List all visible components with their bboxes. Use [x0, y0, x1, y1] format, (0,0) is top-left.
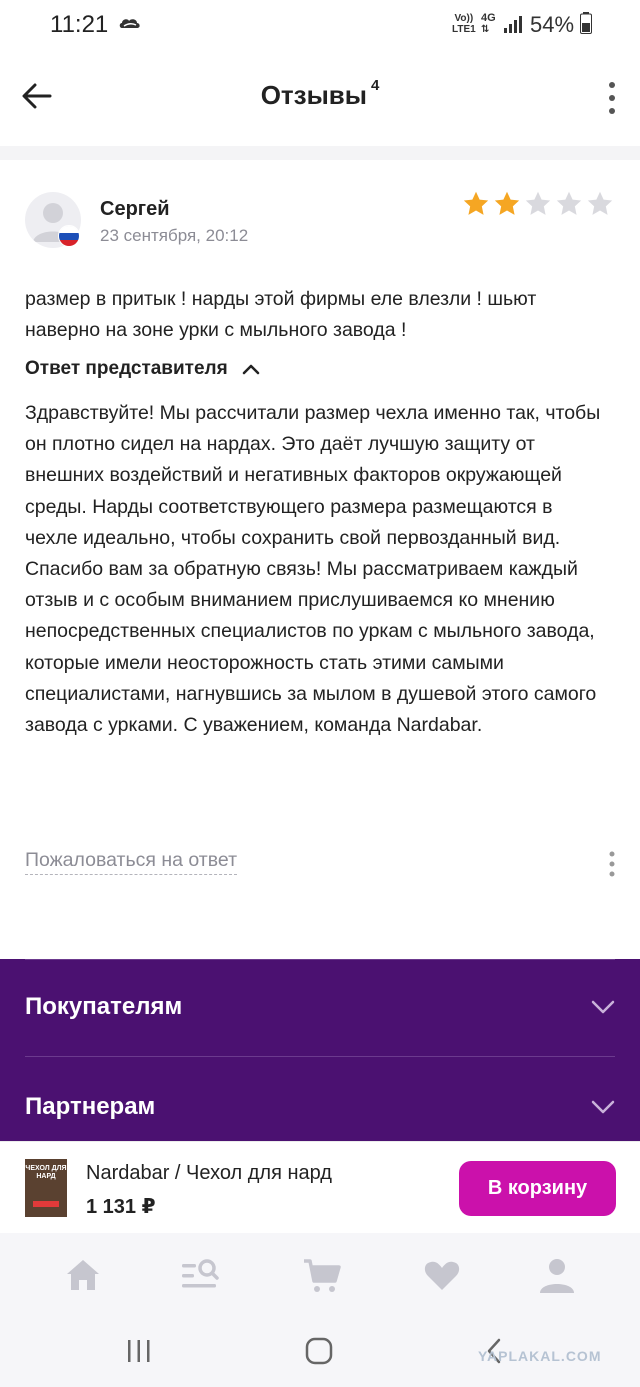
star-filled-icon: [463, 191, 489, 215]
chevron-up-icon: [242, 364, 259, 375]
chevron-down-icon: [591, 1000, 615, 1014]
status-time: 11:21: [50, 11, 109, 38]
reply-title: Ответ представителя: [25, 358, 228, 379]
profile-icon[interactable]: [537, 1255, 577, 1295]
bottom-nav: [0, 1233, 640, 1315]
product-price: 1 131 ₽: [86, 1196, 156, 1218]
home-icon[interactable]: [63, 1255, 103, 1295]
star-filled-icon: [494, 191, 520, 215]
recents-icon[interactable]: [126, 1338, 152, 1364]
cart-icon[interactable]: [302, 1255, 342, 1295]
reply-toggle[interactable]: Ответ представителя: [25, 358, 260, 380]
rating-stars: [462, 190, 614, 220]
data-arrows-icon: ⇅: [481, 24, 490, 35]
reply-text: Здравствуйте! Мы рассчитали размер чехла…: [25, 402, 601, 737]
page-title-text: Отзывы: [260, 80, 367, 110]
lte-label: LTE1: [452, 24, 476, 35]
more-vertical-icon[interactable]: [600, 78, 624, 118]
app-header: Отзывы 4: [0, 50, 640, 146]
footer-divider: [25, 1056, 615, 1057]
watermark: YAPLAKAL.COM: [478, 1348, 602, 1364]
footer-item-label: Покупателям: [25, 993, 183, 1020]
review-date: 23 сентября, 20:12: [100, 226, 249, 245]
footer-item-label: Партнерам: [25, 1093, 156, 1120]
volte-label: Vo)): [454, 13, 474, 24]
volte-indicator: Vo)) LTE1: [452, 13, 476, 35]
star-empty-icon: [556, 191, 582, 215]
review-text: размер в притык ! нарды этой фирмы еле в…: [25, 288, 537, 341]
product-thumbnail[interactable]: ЧЕХОЛ ДЛЯ НАРД: [25, 1159, 67, 1217]
product-bar: ЧЕХОЛ ДЛЯ НАРД Nardabar / Чехол для нард…: [0, 1141, 640, 1233]
star-empty-icon: [525, 191, 551, 215]
product-thumb-text: ЧЕХОЛ ДЛЯ НАРД: [25, 1165, 67, 1180]
header-divider: [0, 146, 640, 160]
catalog-search-icon[interactable]: [180, 1255, 220, 1295]
reviewer-name: Сергей: [100, 198, 170, 220]
add-to-cart-button[interactable]: В корзину: [459, 1161, 616, 1216]
footer-item-buyers[interactable]: Покупателям: [25, 959, 615, 1057]
network-type-label: 4G: [481, 12, 496, 24]
chevron-down-icon: [591, 1100, 615, 1114]
home-circle-icon[interactable]: [305, 1337, 333, 1365]
network-type: 4G ⇅: [481, 12, 496, 36]
system-nav: YAPLAKAL.COM: [0, 1315, 640, 1387]
battery-icon: [580, 12, 592, 34]
site-footer: Покупателям Партнерам: [0, 959, 640, 1159]
cloud-icon: [119, 19, 140, 28]
star-empty-icon: [587, 191, 613, 215]
complain-link[interactable]: Пожаловаться на ответ: [25, 849, 237, 875]
product-thumb-badge: [33, 1201, 59, 1207]
review-count: 4: [370, 77, 380, 95]
more-vertical-icon[interactable]: [600, 850, 624, 878]
russia-flag-icon: [58, 225, 80, 247]
page-title: Отзывы 4: [0, 77, 640, 111]
battery-percent: 54%: [530, 12, 575, 37]
product-name[interactable]: Nardabar / Чехол для нард: [86, 1162, 332, 1185]
signal-icon: [504, 16, 522, 33]
heart-icon[interactable]: [422, 1255, 462, 1295]
status-bar: 11:21 Vo)) LTE1 4G ⇅ 54%: [0, 0, 640, 50]
